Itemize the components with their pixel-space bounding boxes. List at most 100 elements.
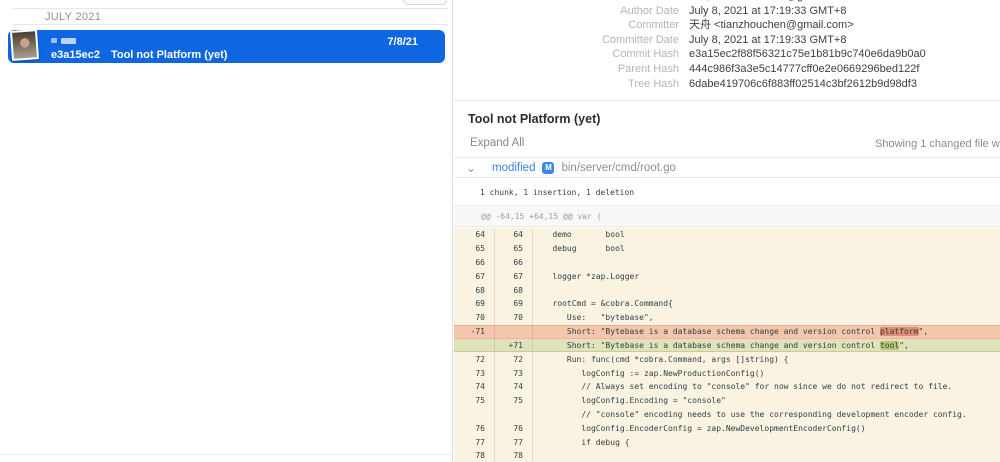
file-path: bin/server/cmd/root.go	[561, 162, 675, 174]
old-line-number: 72	[454, 352, 495, 366]
diff-row: 6565 debug bool	[454, 242, 1000, 256]
old-line-number: 75	[454, 394, 495, 408]
metadata-value: 444c986f3a3e5c14777cff0e2e0669296bed122f	[689, 62, 919, 77]
changed-file-row[interactable]: ⌄ modified M bin/server/cmd/root.go	[454, 157, 1000, 178]
code-line: debug bool	[533, 244, 1000, 253]
code-line: if debug {	[533, 438, 1000, 447]
old-line-number: 69	[454, 297, 495, 311]
diff-row: 6666	[454, 256, 1000, 270]
metadata-label: Commit Hash	[454, 47, 679, 62]
old-line-number: -71	[454, 325, 495, 339]
old-line-number: 73	[454, 366, 495, 380]
diff-row: 7272 Run: func(cmd *cobra.Command, args …	[454, 352, 1000, 366]
diff-table: 6464 demo bool6565 debug bool66666767 lo…	[454, 228, 1000, 462]
new-line-number: 64	[495, 228, 533, 242]
panel-divider[interactable]	[452, 0, 453, 462]
old-line-number: 64	[454, 228, 495, 242]
new-line-number: 78	[495, 449, 533, 462]
author-name-redacted	[51, 38, 76, 44]
new-line-number: 66	[495, 256, 533, 270]
diff-row: 7878	[454, 449, 1000, 462]
new-line-number: 73	[495, 366, 533, 380]
old-line-number: 74	[454, 380, 495, 394]
diff-row: 6464 demo bool	[454, 228, 1000, 242]
metadata-value: 6dabe419706c6f883ff02514c3bf2612b9d98df3	[689, 77, 917, 92]
new-line-number: 70	[495, 311, 533, 325]
metadata-row: Committer DateJuly 8, 2021 at 17:19:33 G…	[454, 33, 926, 48]
new-line-number	[495, 325, 533, 339]
code-line: Short: "Bytebase is a database schema ch…	[533, 341, 1000, 350]
old-line-number: 67	[454, 269, 495, 283]
file-status-label: modified	[492, 162, 535, 174]
diff-row: 7777 if debug {	[454, 435, 1000, 449]
code-line: logConfig.Encoding = "console"	[533, 396, 1000, 405]
metadata-row: Committer 天舟 <tianzhouchen@gmail.com>	[454, 18, 926, 33]
commit-list-panel: JULY 2021 7/8/21 e3a15ec2 Tool not Platfo…	[0, 0, 452, 462]
new-line-number: 76	[495, 421, 533, 435]
new-line-number: +71	[495, 339, 533, 353]
commit-message-title: Tool not Platform (yet)	[468, 112, 600, 126]
new-line-number: 68	[495, 283, 533, 297]
section-divider	[454, 100, 1000, 101]
code-line: Short: "Bytebase is a database schema ch…	[533, 327, 1000, 336]
redacted-block	[51, 38, 57, 43]
code-line: Use: "bytebase",	[533, 313, 1000, 322]
new-line-number: 75	[495, 394, 533, 408]
diff-row: 6767 logger *zap.Logger	[454, 269, 1000, 283]
metadata-row: Parent Hash 444c986f3a3e5c14777cff0e2e066…	[454, 62, 926, 77]
diff-row: 6868	[454, 283, 1000, 297]
commit-date-badge: 7/8/21	[387, 36, 418, 48]
changed-files-summary: Showing 1 changed file with 1 add	[875, 138, 1000, 150]
chunk-stats: 1 chunk, 1 insertion, 1 deletion	[454, 179, 1000, 205]
code-line: logConfig := zap.NewProductionConfig()	[533, 369, 1000, 378]
diff-row: 6969 rootCmd = &cobra.Command{	[454, 297, 1000, 311]
old-line-number: 76	[454, 421, 495, 435]
commit-short-hash: e3a15ec2	[51, 49, 100, 61]
metadata-label: Committer	[454, 18, 679, 33]
new-line-number: 69	[495, 297, 533, 311]
expand-all-button[interactable]: Expand All	[470, 137, 524, 149]
old-line-number: 68	[454, 283, 495, 297]
metadata-row: Author Date July 8, 2021 at 17:19:33 GMT+…	[454, 4, 926, 19]
metadata-value: July 8, 2021 at 17:19:33 GMT+8	[689, 4, 846, 19]
toolbar-button-fragment[interactable]	[403, 0, 447, 5]
code-line: logger *zap.Logger	[533, 272, 1000, 281]
new-line-number: 65	[495, 242, 533, 256]
code-line: Run: func(cmd *cobra.Command, args []str…	[533, 355, 1000, 364]
commit-detail-panel: Author天舟 <tianzhouchen@gmail.com>Author …	[454, 0, 1000, 462]
diff-row: 7070 Use: "bytebase",	[454, 311, 1000, 325]
code-line: rootCmd = &cobra.Command{	[533, 299, 1000, 308]
diff-row: 7676 logConfig.EncoderConfig = zap.NewDe…	[454, 421, 1000, 435]
metadata-label: Author Date	[454, 4, 679, 19]
list-bottom-divider	[0, 454, 452, 455]
metadata-row: Tree Hash 6dabe419706c6f883ff02514c3bf261…	[454, 77, 926, 92]
metadata-label: Tree Hash	[454, 77, 679, 92]
old-line-number: 65	[454, 242, 495, 256]
code-line: // Always set encoding to "console" for …	[533, 382, 1000, 391]
new-line-number: 67	[495, 269, 533, 283]
old-line-number: 77	[454, 435, 495, 449]
redacted-block	[61, 38, 76, 44]
old-line-number	[454, 408, 495, 422]
metadata-label: Parent Hash	[454, 62, 679, 77]
diff-row: // "console" encoding needs to use the c…	[454, 408, 1000, 422]
old-line-number: 78	[454, 449, 495, 462]
commit-list-item-selected[interactable]: 7/8/21 e3a15ec2 Tool not Platform (yet)	[8, 30, 445, 63]
hunk-header: @@ -64,15 +64,15 @@ var (	[454, 205, 1000, 227]
commit-summary-line: e3a15ec2 Tool not Platform (yet)	[51, 49, 227, 61]
old-line-number: 70	[454, 311, 495, 325]
code-line: // "console" encoding needs to use the c…	[533, 410, 1000, 419]
diff-row: +71 Short: "Bytebase is a database schem…	[454, 339, 1000, 353]
commit-group-header: JULY 2021	[13, 8, 448, 25]
diff-row: 7474 // Always set encoding to "console"…	[454, 380, 1000, 394]
chevron-down-icon[interactable]: ⌄	[466, 163, 476, 173]
metadata-value: e3a15ec2f88f56321c75e1b81b9c740e6da9b0a0	[689, 47, 926, 62]
code-line: demo bool	[533, 230, 1000, 239]
metadata-value: 天舟 <tianzhouchen@gmail.com>	[689, 18, 854, 33]
author-avatar	[10, 29, 39, 61]
code-line: logConfig.EncoderConfig = zap.NewDevelop…	[533, 424, 1000, 433]
diff-row: -71 Short: "Bytebase is a database schem…	[454, 325, 1000, 339]
commit-message: Tool not Platform (yet)	[111, 49, 228, 61]
diff-row: 7373 logConfig := zap.NewProductionConfi…	[454, 366, 1000, 380]
old-line-number: 66	[454, 256, 495, 270]
